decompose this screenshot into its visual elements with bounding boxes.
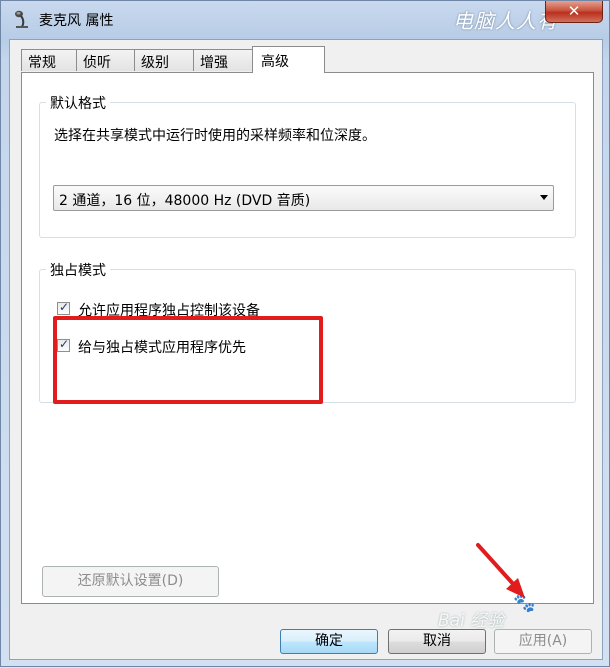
tab-advanced[interactable]: 高级: [252, 46, 325, 73]
properties-window: 麦克风 属性 电脑人人有 ✕ 常规 侦听 级别 增强 高级 默认格式 选择在共享…: [0, 0, 610, 667]
red-arrow-annotation: [476, 543, 525, 598]
tab-label: 高级: [261, 54, 289, 70]
